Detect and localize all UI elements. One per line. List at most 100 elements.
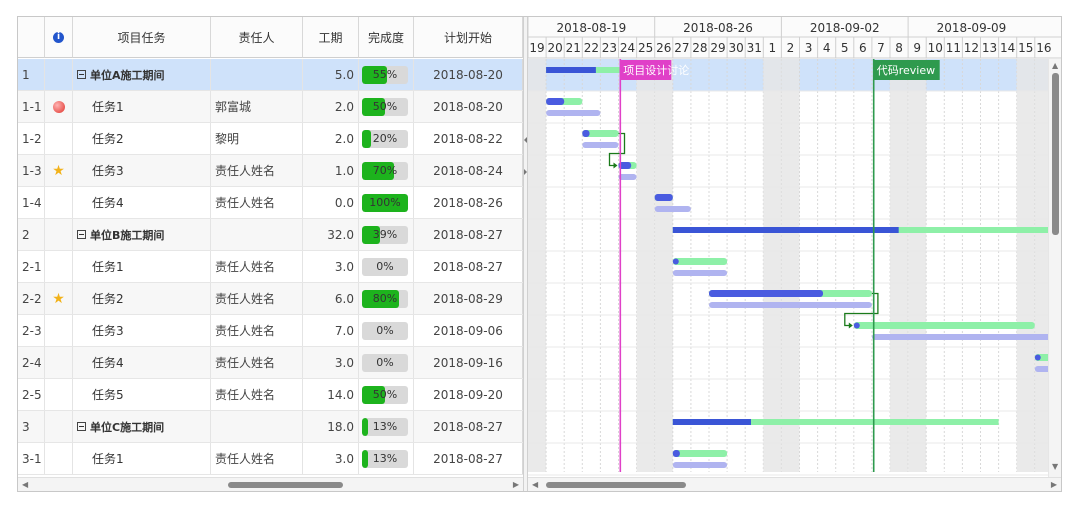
table-row[interactable]: 2-5 任务5 责任人姓名 14.0 50% 2018-09-20 <box>18 379 523 411</box>
task-name-cell[interactable]: 单位C施工期间 <box>73 411 211 442</box>
task-name-cell[interactable]: 任务4 <box>73 187 211 218</box>
owner-cell[interactable] <box>211 59 303 90</box>
gantt-scroll-left-icon[interactable]: ◀ <box>532 481 538 489</box>
task-bar[interactable] <box>672 450 728 457</box>
progress-cell[interactable]: 50% <box>359 379 414 410</box>
table-row[interactable]: 2-2 ★ 任务2 责任人姓名 6.0 80% 2018-08-29 <box>18 283 523 315</box>
owner-cell[interactable]: 责任人姓名 <box>211 315 303 346</box>
info-icon[interactable]: i <box>53 31 64 43</box>
task-name-cell[interactable]: 任务1 <box>73 443 211 474</box>
progress-cell[interactable]: 50% <box>359 91 414 122</box>
collapse-left-icon[interactable] <box>524 137 527 143</box>
start-date-cell[interactable]: 2018-09-20 <box>414 379 523 410</box>
duration-cell[interactable]: 1.0 <box>303 155 359 186</box>
table-row[interactable]: 1-3 ★ 任务3 责任人姓名 1.0 70% 2018-08-24 <box>18 155 523 187</box>
duration-cell[interactable]: 32.0 <box>303 219 359 250</box>
owner-cell[interactable] <box>211 411 303 442</box>
duration-cell[interactable]: 5.0 <box>303 59 359 90</box>
gantt-vscroll-thumb[interactable] <box>1052 73 1059 235</box>
table-row[interactable]: 2 单位B施工期间 32.0 39% 2018-08-27 <box>18 219 523 251</box>
duration-cell[interactable]: 3.0 <box>303 347 359 378</box>
table-row[interactable]: 1-2 任务2 黎明 2.0 20% 2018-08-22 <box>18 123 523 155</box>
table-row[interactable]: 3 单位C施工期间 18.0 13% 2018-08-27 <box>18 411 523 443</box>
scroll-down-icon[interactable]: ▼ <box>1052 463 1058 471</box>
table-row[interactable]: 1-1 任务1 郭富城 2.0 50% 2018-08-20 <box>18 91 523 123</box>
header-icon-column[interactable]: i <box>45 17 73 58</box>
task-name-cell[interactable]: 任务3 <box>73 315 211 346</box>
grid-scroll-thumb[interactable] <box>228 482 343 488</box>
task-name-cell[interactable]: 任务5 <box>73 379 211 410</box>
start-date-cell[interactable]: 2018-08-27 <box>414 411 523 442</box>
start-date-cell[interactable]: 2018-08-26 <box>414 187 523 218</box>
gantt-scroll-right-icon[interactable]: ▶ <box>1051 481 1057 489</box>
table-row[interactable]: 3-1 任务1 责任人姓名 3.0 13% 2018-08-27 <box>18 443 523 475</box>
header-duration[interactable]: 工期 <box>303 17 359 58</box>
owner-cell[interactable]: 责任人姓名 <box>211 187 303 218</box>
gantt-horizontal-scrollbar[interactable]: ◀ ▶ <box>528 477 1061 491</box>
owner-cell[interactable]: 责任人姓名 <box>211 155 303 186</box>
duration-cell[interactable]: 6.0 <box>303 283 359 314</box>
collapse-right-icon[interactable] <box>524 169 527 175</box>
grid-horizontal-scrollbar[interactable]: ◀ ▶ <box>18 477 523 491</box>
start-date-cell[interactable]: 2018-09-06 <box>414 315 523 346</box>
start-date-cell[interactable]: 2018-08-27 <box>414 251 523 282</box>
table-row[interactable]: 1 单位A施工期间 5.0 55% 2018-08-20 <box>18 59 523 91</box>
table-row[interactable]: 2-3 任务3 责任人姓名 7.0 0% 2018-09-06 <box>18 315 523 347</box>
owner-cell[interactable]: 责任人姓名 <box>211 379 303 410</box>
duration-cell[interactable]: 18.0 <box>303 411 359 442</box>
duration-cell[interactable]: 14.0 <box>303 379 359 410</box>
task-start-handle[interactable] <box>1034 354 1041 361</box>
task-name-cell[interactable]: 任务1 <box>73 251 211 282</box>
gantt-scroll-thumb[interactable] <box>546 482 686 488</box>
duration-cell[interactable]: 2.0 <box>303 123 359 154</box>
progress-cell[interactable]: 70% <box>359 155 414 186</box>
owner-cell[interactable]: 责任人姓名 <box>211 283 303 314</box>
gantt-vertical-scrollbar[interactable]: ▲ ▼ <box>1048 59 1061 477</box>
header-owner[interactable]: 责任人 <box>211 17 303 58</box>
scroll-left-icon[interactable]: ◀ <box>22 481 28 489</box>
task-name-cell[interactable]: 任务2 <box>73 123 211 154</box>
duration-cell[interactable]: 7.0 <box>303 315 359 346</box>
start-date-cell[interactable]: 2018-08-20 <box>414 91 523 122</box>
scroll-right-icon[interactable]: ▶ <box>513 481 519 489</box>
start-date-cell[interactable]: 2018-08-29 <box>414 283 523 314</box>
owner-cell[interactable]: 黎明 <box>211 123 303 154</box>
table-row[interactable]: 2-1 任务1 责任人姓名 3.0 0% 2018-08-27 <box>18 251 523 283</box>
progress-cell[interactable]: 20% <box>359 123 414 154</box>
header-task[interactable]: 项目任务 <box>73 17 211 58</box>
task-start-handle[interactable] <box>672 258 679 265</box>
scroll-up-icon[interactable]: ▲ <box>1052 62 1058 70</box>
progress-cell[interactable]: 13% <box>359 411 414 442</box>
progress-cell[interactable]: 39% <box>359 219 414 250</box>
table-row[interactable]: 2-4 任务4 责任人姓名 3.0 0% 2018-09-16 <box>18 347 523 379</box>
owner-cell[interactable]: 郭富城 <box>211 91 303 122</box>
owner-cell[interactable]: 责任人姓名 <box>211 443 303 474</box>
task-name-cell[interactable]: 任务3 <box>73 155 211 186</box>
duration-cell[interactable]: 3.0 <box>303 443 359 474</box>
start-date-cell[interactable]: 2018-08-22 <box>414 123 523 154</box>
progress-cell[interactable]: 13% <box>359 443 414 474</box>
start-date-cell[interactable]: 2018-08-27 <box>414 219 523 250</box>
collapse-toggle-icon[interactable] <box>77 70 86 79</box>
task-bar[interactable] <box>672 258 728 265</box>
task-name-cell[interactable]: 任务1 <box>73 91 211 122</box>
progress-cell[interactable]: 80% <box>359 283 414 314</box>
start-date-cell[interactable]: 2018-09-16 <box>414 347 523 378</box>
header-progress[interactable]: 完成度 <box>359 17 414 58</box>
duration-cell[interactable]: 0.0 <box>303 187 359 218</box>
progress-cell[interactable]: 0% <box>359 347 414 378</box>
progress-cell[interactable]: 55% <box>359 59 414 90</box>
task-name-cell[interactable]: 任务4 <box>73 347 211 378</box>
task-start-handle[interactable] <box>853 322 860 329</box>
task-bar[interactable] <box>853 322 1035 329</box>
table-row[interactable]: 1-4 任务4 责任人姓名 0.0 100% 2018-08-26 <box>18 187 523 219</box>
start-date-cell[interactable]: 2018-08-24 <box>414 155 523 186</box>
task-name-cell[interactable]: 单位B施工期间 <box>73 219 211 250</box>
owner-cell[interactable] <box>211 219 303 250</box>
duration-cell[interactable]: 2.0 <box>303 91 359 122</box>
owner-cell[interactable]: 责任人姓名 <box>211 251 303 282</box>
start-date-cell[interactable]: 2018-08-27 <box>414 443 523 474</box>
duration-cell[interactable]: 3.0 <box>303 251 359 282</box>
start-date-cell[interactable]: 2018-08-20 <box>414 59 523 90</box>
progress-cell[interactable]: 0% <box>359 251 414 282</box>
